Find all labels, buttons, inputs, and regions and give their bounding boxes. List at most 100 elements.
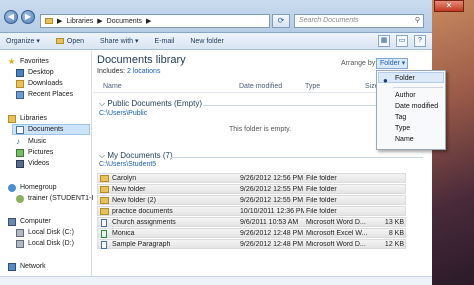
menu-item-type[interactable]: Type [395,125,410,132]
nav-computer[interactable]: Computer [8,216,51,227]
group-my-path[interactable]: C:\Users\Student5 [99,161,156,168]
close-icon: ✕ [445,1,453,10]
nav-music[interactable]: ♪ Music [16,136,46,147]
file-date-modified: 9/6/2011 10:53 AM [240,219,299,226]
nav-trainer[interactable]: trainer (STUDENT1-I [16,193,93,204]
column-date-modified[interactable]: Date modified [239,83,282,90]
library-includes: Includes: 2 locations [97,68,160,75]
forward-button[interactable]: ▶ [21,10,35,24]
file-type: Microsoft Excel W... [306,230,368,237]
nav-downloads[interactable]: Downloads [16,78,63,89]
nav-local-disk-d[interactable]: Local Disk (D:) [16,238,74,249]
nav-recent-places-label: Recent Places [28,91,74,98]
nav-homegroup[interactable]: Homegroup [8,182,57,193]
column-name[interactable]: Name [103,83,122,90]
navigation-pane: ★ Favorites Desktop Downloads Recent Pla… [0,51,93,285]
new-folder-button[interactable]: New folder [190,38,223,45]
address-bar[interactable]: ▶ Libraries ▶ Documents ▶ [40,14,270,28]
locations-link[interactable]: 2 locations [127,68,160,75]
libraries-icon [8,114,16,123]
nav-pictures[interactable]: Pictures [16,147,53,158]
refresh-button[interactable]: ⟳ [272,14,290,28]
file-row[interactable]: New folder 9/26/2012 12:55 PM File folder [97,184,406,194]
back-button[interactable]: ◀ [4,10,18,24]
nav-pictures-label: Pictures [28,149,54,156]
nav-libraries[interactable]: Libraries [8,113,47,124]
file-row[interactable]: Church assignments 9/6/2011 10:53 AM Micro… [97,217,406,227]
collapse-icon: ⌵ [99,151,106,160]
nav-videos[interactable]: Videos [16,158,49,169]
breadcrumb-libraries[interactable]: Libraries [66,18,93,25]
menu-item-author[interactable]: Author [395,92,416,99]
file-size: 12 KB [384,241,404,248]
menu-item-name[interactable]: Name [395,136,414,143]
arrange-by-label: Arrange by: [341,60,378,67]
file-date-modified: 9/26/2012 12:55 PM [240,186,304,193]
music-icon: ♪ [16,136,20,146]
group-public-documents[interactable]: ⌵ Public Documents (Empty) [99,99,202,109]
homegroup-icon [8,183,16,192]
view-options-icon[interactable]: ▦ [378,35,390,47]
file-row[interactable]: Sample Paragraph 9/26/2012 12:48 PM Micros… [97,239,406,249]
title-bar: ◀ ▶ ▶ Libraries ▶ Documents ▶ ⟳ Search D… [0,0,432,33]
menu-item-date-modified[interactable]: Date modified [395,103,438,110]
refresh-icon: ⟳ [277,16,285,25]
help-icon[interactable]: ? [414,35,426,47]
nav-local-disk-d-label: Local Disk (D:) [28,240,74,247]
nav-documents[interactable]: Documents [12,124,90,135]
folder-icon [45,18,53,24]
nav-local-disk-c[interactable]: Local Disk (C:) [16,227,74,238]
file-type: File folder [306,197,337,204]
breadcrumb-sep[interactable]: ▶ [97,17,102,25]
nav-desktop[interactable]: Desktop [16,67,54,78]
share-with-label: Share with ▾ [100,38,139,45]
nav-videos-label: Videos [28,160,50,167]
nav-network[interactable]: Network [8,261,46,272]
share-with-button[interactable]: Share with ▾ [100,37,139,45]
file-row[interactable]: Carolyn 9/26/2012 12:56 PM File folder [97,173,406,183]
menu-item-tag[interactable]: Tag [395,114,406,121]
folder-icon [100,208,109,215]
open-button[interactable]: Open [55,37,84,45]
group-divider [171,157,423,158]
arrange-by-dropdown[interactable]: Folder ▾ [376,58,408,69]
group-my-documents[interactable]: ⌵ My Documents (7) [99,151,173,161]
file-size: 13 KB [384,219,404,226]
breadcrumb-documents[interactable]: Documents [107,18,142,25]
file-name: Carolyn [112,175,137,182]
excel-file-icon [101,230,107,238]
word-file-icon [101,219,107,227]
file-row[interactable]: Monica 9/26/2012 12:48 PM Microsoft Excel … [97,228,406,238]
file-name: New folder (2) [112,197,156,204]
nav-downloads-label: Downloads [28,80,63,87]
nav-favorites[interactable]: ★ Favorites [8,56,49,67]
file-type: File folder [306,175,337,182]
search-input[interactable]: Search Documents ⚲ [294,14,424,28]
file-name: Church assignments [112,219,176,226]
nav-network-label: Network [20,263,46,270]
close-button[interactable]: ✕ [434,0,464,12]
open-label: Open [66,37,84,45]
preview-pane-icon[interactable]: ▭ [396,35,408,47]
file-date-modified: 9/26/2012 12:48 PM [240,230,304,237]
group-public-path[interactable]: C:\Users\Public [99,110,147,117]
breadcrumb-sep[interactable]: ▶ [146,17,151,25]
menu-item-folder[interactable]: Folder [395,75,415,82]
nav-computer-label: Computer [20,218,51,225]
file-date-modified: 9/26/2012 12:48 PM [240,241,304,248]
network-icon [8,262,16,271]
word-file-icon [101,241,107,249]
star-icon: ★ [8,56,16,66]
email-label: E-mail [154,37,175,45]
nav-recent-places[interactable]: Recent Places [16,89,73,100]
file-row[interactable]: New folder (2) 9/26/2012 12:55 PM File fol… [97,195,406,205]
arrange-by-menu: ● Folder Author Date modified Tag Type N… [376,70,446,150]
open-icon [55,38,64,44]
email-button[interactable]: E-mail [155,38,175,45]
search-placeholder: Search Documents [299,17,359,24]
breadcrumb-sep[interactable]: ▶ [57,17,62,25]
file-row[interactable]: practice documents 10/10/2011 12:36 PM Fil… [97,206,406,216]
organize-button[interactable]: Organize ▾ [6,37,40,45]
column-type[interactable]: Type [305,83,320,90]
desktop-icon [16,68,24,77]
